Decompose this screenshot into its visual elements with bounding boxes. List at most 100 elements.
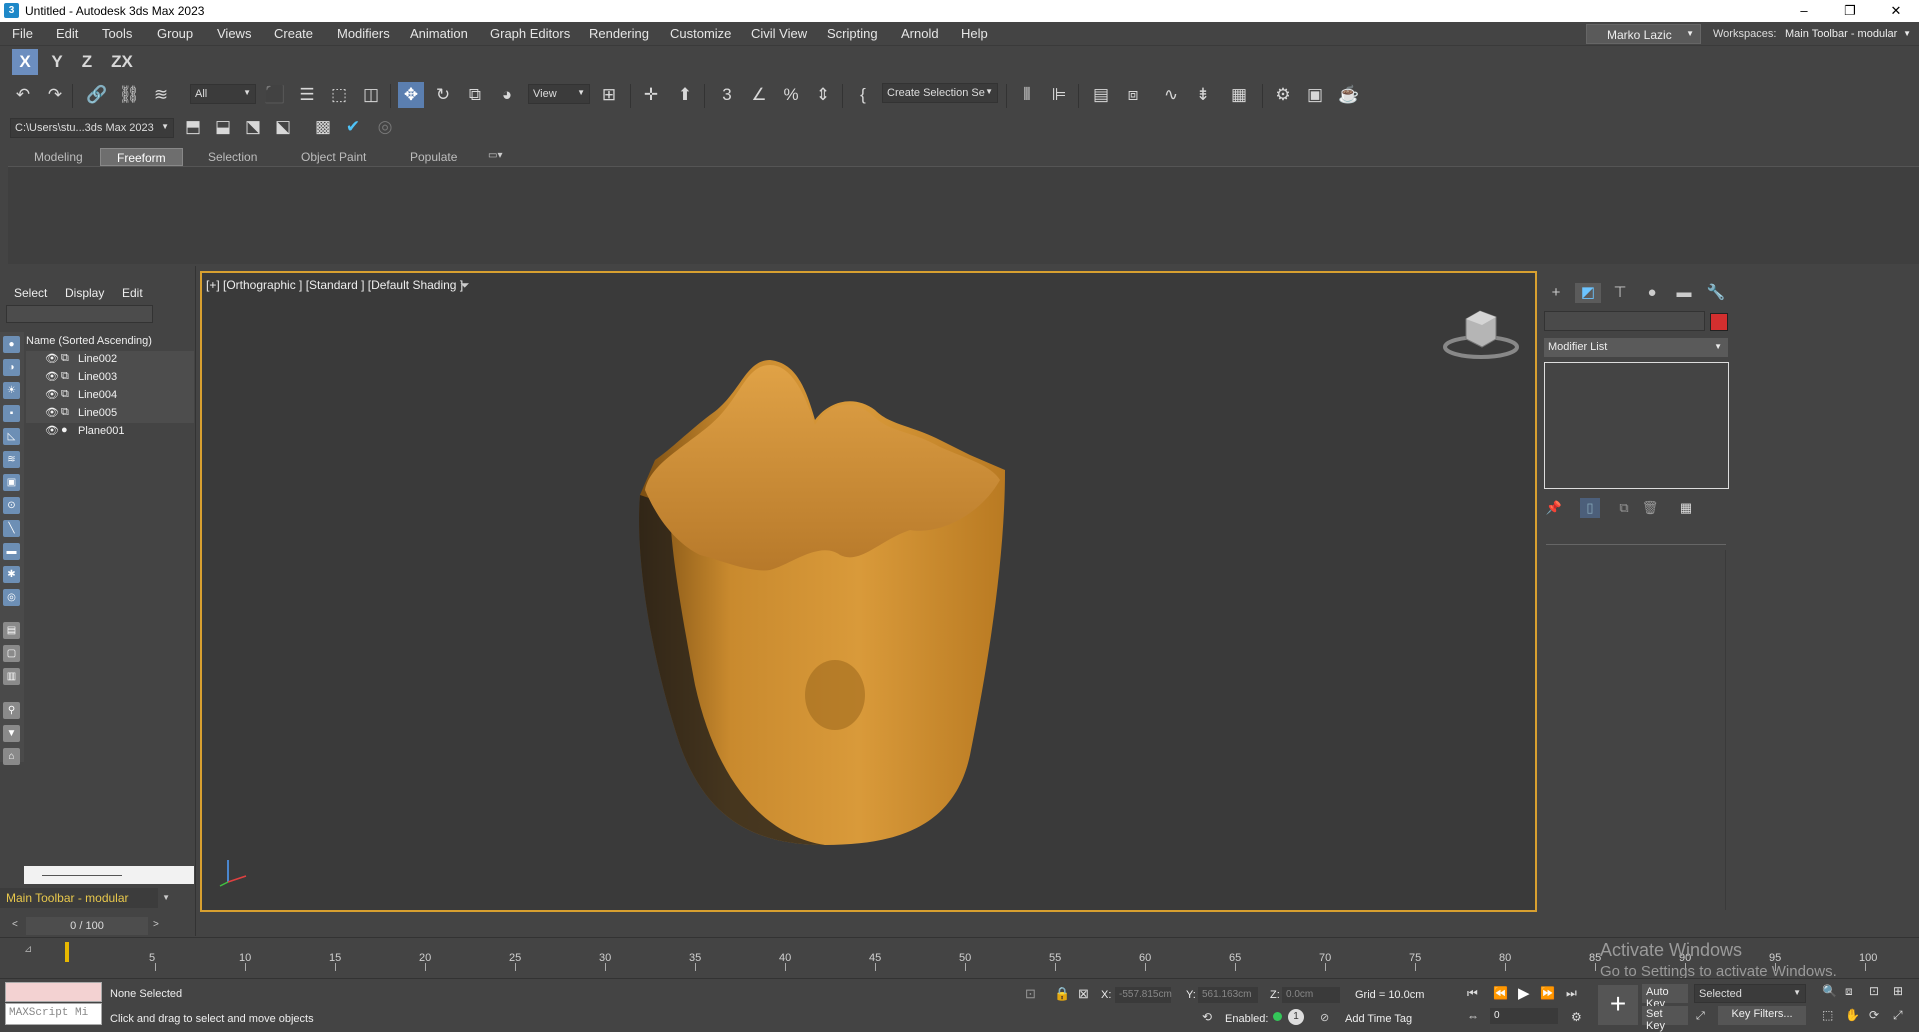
vase-object[interactable] <box>610 355 1030 855</box>
tab-populate[interactable]: Populate <box>394 148 473 166</box>
unlink-icon[interactable]: ⛓ <box>116 82 142 108</box>
info-icon[interactable]: 1 <box>1288 1009 1304 1025</box>
se-menu-display[interactable]: Display <box>65 286 104 300</box>
groups-filter-icon[interactable]: ▣ <box>3 474 20 491</box>
absolute-mode-icon[interactable]: ⊠ <box>1078 986 1089 1002</box>
next-frame-icon[interactable]: ⏩ <box>1540 986 1555 1000</box>
menu-civil-view[interactable]: Civil View <box>751 26 807 41</box>
select-by-name-icon[interactable]: ☰ <box>294 82 320 108</box>
pivot-center-icon[interactable]: ⊞ <box>596 82 622 108</box>
configure-modifier-sets-icon[interactable]: ▦ <box>1676 498 1696 518</box>
rendered-frame-window-icon[interactable]: ▣ <box>1302 82 1328 108</box>
scene-object-row[interactable]: 👁 ● Plane001 <box>26 423 194 441</box>
mirror-icon[interactable]: ⫴ <box>1014 82 1040 108</box>
scene-object-row[interactable]: 👁 ⧉ Line004 <box>26 387 194 405</box>
save-project-icon[interactable]: ▩ <box>310 114 336 140</box>
modifier-list-dropdown[interactable]: Modifier List ▼ <box>1544 338 1728 357</box>
filter-funnel-icon[interactable]: ▼ <box>3 725 20 742</box>
layer-explorer-icon[interactable]: ⧈ <box>1120 82 1146 108</box>
geometry-filter-icon[interactable]: ● <box>3 336 20 353</box>
keyboard-shortcut-override-icon[interactable]: ⬆ <box>672 82 698 108</box>
menu-create[interactable]: Create <box>274 26 313 41</box>
render-setup-icon[interactable]: ⚙ <box>1270 82 1296 108</box>
helpers-filter-icon[interactable]: ◺ <box>3 428 20 445</box>
menu-edit[interactable]: Edit <box>56 26 78 41</box>
maxscript-mini-listener[interactable]: MAXScript Mi <box>5 1003 102 1025</box>
axis-z-button[interactable]: Z <box>74 49 100 75</box>
maximize-viewport-icon[interactable]: ⤢ <box>1893 1008 1903 1023</box>
remove-modifier-icon[interactable]: 🗑 <box>1640 498 1660 518</box>
filter-icon[interactable]: ⚲ <box>3 702 20 719</box>
display-none-icon[interactable]: ▢ <box>3 645 20 662</box>
angle-snap-icon[interactable]: ∠ <box>746 82 772 108</box>
adaptive-degradation-icon[interactable]: ⟲ <box>1202 1010 1212 1024</box>
menu-help[interactable]: Help <box>961 26 988 41</box>
minimize-button[interactable]: – <box>1781 0 1827 22</box>
ribbon-options-icon[interactable]: ▭▾ <box>488 150 502 161</box>
project-settings-icon[interactable]: ⬕ <box>270 114 296 140</box>
zoom-all-icon[interactable]: ⧈ <box>1845 984 1853 999</box>
particles-filter-icon[interactable]: ✱ <box>3 566 20 583</box>
menu-file[interactable]: File <box>12 26 33 41</box>
curve-editor-icon[interactable]: ∿ <box>1158 82 1184 108</box>
snaps-toggle-icon[interactable]: 3 <box>714 82 740 108</box>
tab-object-paint[interactable]: Object Paint <box>285 148 382 166</box>
menu-views[interactable]: Views <box>217 26 251 41</box>
link-icon[interactable]: 🔗 <box>84 82 110 108</box>
menu-rendering[interactable]: Rendering <box>589 26 649 41</box>
object-color-swatch[interactable] <box>1710 313 1728 331</box>
se-column-header[interactable]: Name (Sorted Ascending) <box>26 335 152 347</box>
field-of-view-icon[interactable]: ⬚ <box>1822 1008 1833 1022</box>
axis-y-button[interactable]: Y <box>44 49 70 75</box>
time-slider[interactable]: 0 / 100 <box>26 917 148 935</box>
display-all-icon[interactable]: ▤ <box>3 622 20 639</box>
menu-tools[interactable]: Tools <box>102 26 132 41</box>
prev-frame-arrow-icon[interactable]: < <box>12 919 18 930</box>
set-key-button[interactable]: Set Key <box>1642 1006 1688 1032</box>
maximize-button[interactable]: ❐ <box>1827 0 1873 22</box>
viewcube[interactable] <box>1440 305 1522 363</box>
orbit-icon[interactable]: ⟳ <box>1869 1008 1879 1022</box>
object-name-field[interactable] <box>1544 311 1705 331</box>
current-frame-field[interactable]: 0 <box>1490 1008 1558 1024</box>
visibility-eye-icon[interactable]: 👁 <box>45 424 59 437</box>
bones-filter-icon[interactable]: ╲ <box>3 520 20 537</box>
se-menu-edit[interactable]: Edit <box>122 286 143 300</box>
xrefs-filter-icon[interactable]: ⊙ <box>3 497 20 514</box>
go-to-end-icon[interactable]: ⏭ <box>1566 986 1577 1001</box>
selection-lock-icon[interactable]: 🔒 <box>1054 986 1070 1002</box>
pin-stack-icon[interactable]: 📌 <box>1544 498 1564 518</box>
containers-filter-icon[interactable]: ▬ <box>3 543 20 560</box>
space-warps-filter-icon[interactable]: ≋ <box>3 451 20 468</box>
workspace-selector[interactable]: Main Toolbar - modular ▼ <box>0 888 170 908</box>
zoom-extents-all-icon[interactable]: ⊞ <box>1893 984 1903 998</box>
go-to-start-icon[interactable]: ⏮ <box>1467 986 1478 1001</box>
select-and-rotate-icon[interactable]: ↻ <box>430 82 456 108</box>
checkmark-icon[interactable]: ✔ <box>340 114 366 140</box>
set-keys-icon[interactable]: + <box>1598 985 1638 1025</box>
utilities-tab-icon[interactable]: 🔧 <box>1703 283 1729 303</box>
set-project-folder-icon[interactable]: ⬔ <box>240 114 266 140</box>
key-mode-toggle-icon[interactable]: ⇔ <box>1467 1009 1479 1023</box>
auto-key-button[interactable]: Auto Key <box>1642 984 1688 1010</box>
select-and-move-icon[interactable]: ✥ <box>398 82 424 108</box>
select-and-place-icon[interactable]: ◕ <box>494 82 520 108</box>
workspaces-dropdown[interactable]: Main Toolbar - modular ▼ <box>1781 25 1915 44</box>
tab-modeling[interactable]: Modeling <box>18 148 99 166</box>
add-time-tag[interactable]: Add Time Tag <box>1345 1013 1412 1025</box>
key-mode-dropdown[interactable]: Selected ▼ <box>1694 984 1806 1003</box>
motion-tab-icon[interactable]: ● <box>1639 283 1665 303</box>
redo-icon[interactable]: ↷ <box>42 82 68 108</box>
viewport-filter-icon[interactable]: ⏷ <box>460 278 470 293</box>
select-object-icon[interactable]: ⬛ <box>262 82 288 108</box>
select-and-scale-icon[interactable]: ⧉ <box>462 82 488 108</box>
time-tag-icon[interactable]: ⊘ <box>1320 1011 1329 1024</box>
user-account-dropdown[interactable]: Marko Lazic ▼ <box>1586 24 1701 44</box>
window-crossing-icon[interactable]: ◫ <box>358 82 384 108</box>
named-selection-dropdown[interactable]: Create Selection Se ▼ <box>882 83 998 103</box>
hierarchy-tab-icon[interactable]: ⊤ <box>1607 283 1633 303</box>
shapes-filter-icon[interactable]: ◑ <box>3 359 20 376</box>
lights-filter-icon[interactable]: ☀ <box>3 382 20 399</box>
layer-bar[interactable] <box>24 866 194 884</box>
scene-object-row[interactable]: 👁 ⧉ Line005 <box>26 405 194 423</box>
